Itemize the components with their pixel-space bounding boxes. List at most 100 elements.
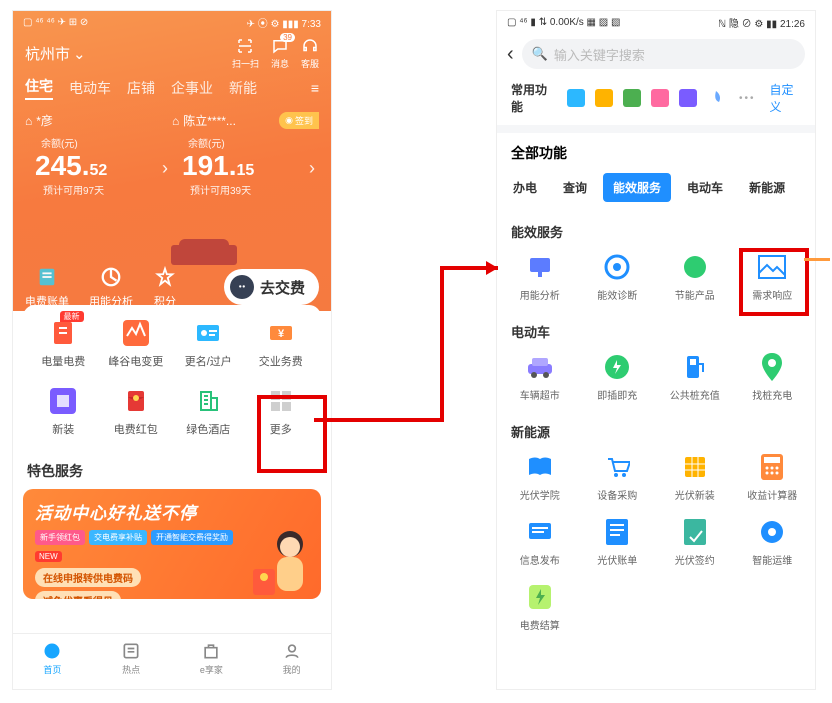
home-header-bg: ▢ ⁴⁶ ⁴⁶ ✈ ⊞ ⊘ ✈ ⦿ ⚙ ▮▮▮ 7:33 杭州市 ⌄ 扫一扫 3…: [13, 11, 331, 311]
grid-business-fee[interactable]: ¥ 交业务费: [245, 319, 318, 369]
tab-home-ev[interactable]: 电动车: [69, 78, 111, 98]
fn-diagnosis[interactable]: 能效诊断: [579, 253, 657, 302]
status-right: ✈ ⦿ ⚙ ▮▮▮ 7:33: [247, 15, 321, 30]
megaphone-icon: [526, 518, 554, 546]
tab-home-enterprise[interactable]: 企事业: [171, 78, 213, 98]
cat-efficiency[interactable]: 能效服务: [603, 173, 671, 202]
fn-usage-analysis[interactable]: 用能分析: [501, 253, 579, 302]
customize-button[interactable]: 自定义: [770, 81, 802, 115]
banner-line1: 在线申报转供电费码: [35, 568, 141, 587]
fav-icon-1[interactable]: [567, 89, 585, 107]
tabs-menu-icon[interactable]: ≡: [311, 80, 319, 96]
fn-pv-sign[interactable]: 光伏签约: [656, 518, 734, 567]
account-cards: ⌂*彦 余额(元) 245.52 预计可用97天 › ◉签到 ⌂陈立****..…: [13, 106, 331, 197]
action-points[interactable]: 积分: [153, 265, 177, 309]
fn-smart-ops[interactable]: 智能运维: [734, 518, 812, 567]
action-bill[interactable]: 电费账单: [25, 265, 69, 309]
fn-info-publish[interactable]: 信息发布: [501, 518, 579, 567]
cat-query[interactable]: 查询: [553, 173, 597, 202]
fav-icon-4[interactable]: [651, 89, 669, 107]
search-input[interactable]: 🔍 输入关键字搜索: [522, 39, 805, 69]
coin-icon: ◉: [285, 115, 293, 126]
wave-icon: [122, 319, 150, 347]
ev-grid: 车辆超市 即插即充 公共桩充值 找桩充电: [497, 347, 815, 412]
message-button[interactable]: 39 消息: [271, 37, 289, 70]
cat-newenergy[interactable]: 新能源: [739, 173, 795, 202]
robot-icon: [230, 275, 254, 299]
money-icon: ¥: [267, 319, 295, 347]
chevron-down-icon: ⌄: [73, 45, 86, 63]
pay-button[interactable]: 去交费: [224, 269, 319, 305]
building-icon: [194, 387, 222, 415]
tab-hot[interactable]: 热点: [121, 641, 141, 676]
calc-icon: [758, 453, 786, 481]
balance-label: 余额(元): [188, 135, 319, 150]
account-card-2[interactable]: ◉签到 ⌂陈立****... 余额(元) 191.15 预计可用39天 ›: [172, 112, 319, 197]
fn-pv-bill[interactable]: 光伏账单: [579, 518, 657, 567]
grid-peak-valley[interactable]: 峰谷电变更: [100, 319, 173, 369]
cat-ev[interactable]: 电动车: [677, 173, 733, 202]
fn-public-recharge[interactable]: 公共桩充值: [656, 353, 734, 402]
section-special: 特色服务: [13, 447, 331, 489]
fn-pv-college[interactable]: 光伏学院: [501, 453, 579, 502]
account-card-1[interactable]: ⌂*彦 余额(元) 245.52 预计可用97天 ›: [25, 112, 172, 197]
bolt-icon: [526, 583, 554, 611]
tab-home-shop[interactable]: 店铺: [127, 78, 155, 98]
tab-mine[interactable]: 我的: [282, 641, 302, 676]
target-icon: [603, 253, 631, 281]
category-tabs: 办电 查询 能效服务 电动车 新能源: [497, 169, 815, 212]
fav-icons: [567, 89, 725, 107]
grid-green-hotel[interactable]: 绿色酒店: [172, 387, 245, 437]
chevron-right-icon: ›: [162, 158, 168, 179]
grid-new-install[interactable]: 新装: [27, 387, 100, 437]
action-usage[interactable]: 用能分析: [89, 265, 133, 309]
grid-electricity-fee[interactable]: 最新 电量电费: [27, 319, 100, 369]
tab-home[interactable]: 首页: [42, 641, 62, 676]
cart-icon: [603, 453, 631, 481]
back-button[interactable]: ‹: [507, 43, 514, 66]
doc-icon: [49, 319, 77, 347]
fn-equipment[interactable]: 设备采购: [579, 453, 657, 502]
efficiency-grid: 用能分析 能效诊断 节能产品 需求响应: [497, 247, 815, 312]
balance-value: 245.52: [35, 150, 172, 182]
cat-apply[interactable]: 办电: [503, 173, 547, 202]
grid-red-packet[interactable]: 电费红包: [100, 387, 173, 437]
home-tabs: 住宅 电动车 店铺 企事业 新能 ≡: [13, 72, 331, 106]
more-icon: [267, 387, 295, 415]
red-packet-icon: [122, 387, 150, 415]
city-picker[interactable]: 杭州市 ⌄: [25, 43, 86, 64]
group-ev: 电动车: [497, 312, 815, 347]
grid-more[interactable]: 更多: [245, 387, 318, 437]
fav-icon-3[interactable]: [623, 89, 641, 107]
service-button[interactable]: 客服: [301, 37, 319, 70]
headset-icon: [301, 37, 319, 55]
fn-fee-settlement[interactable]: 电费结算: [501, 583, 579, 632]
fn-demand-response[interactable]: 需求响应: [734, 253, 812, 302]
activity-banner[interactable]: 活动中心好礼送不停 新手领红包 交电费享补贴 开通智能交费得奖励 NEW 在线申…: [23, 489, 321, 599]
fav-icon-6[interactable]: [707, 89, 725, 107]
tab-home-newenergy[interactable]: 新能: [229, 78, 257, 98]
tab-ehome[interactable]: e享家: [200, 641, 223, 676]
scan-button[interactable]: 扫一扫: [232, 37, 259, 70]
chart-icon: [526, 253, 554, 281]
fn-calculator[interactable]: 收益计算器: [734, 453, 812, 502]
pin-icon: [758, 353, 786, 381]
station-icon: [681, 353, 709, 381]
fn-find-charger[interactable]: 找桩充电: [734, 353, 812, 402]
message-label: 消息: [271, 57, 289, 70]
fn-saving-products[interactable]: 节能产品: [656, 253, 734, 302]
tab-home-residence[interactable]: 住宅: [25, 76, 53, 100]
fav-icon-5[interactable]: [679, 89, 697, 107]
fn-pv-install[interactable]: 光伏新装: [656, 453, 734, 502]
status-left: ▢ ⁴⁶ ▮ ⇅ 0.00K/s ▦ ▨ ▧: [507, 17, 620, 28]
scan-label: 扫一扫: [232, 57, 259, 70]
function-grid: 最新 电量电费 峰谷电变更 更名/过户 ¥ 交业务费 新装 电费红包 绿色酒店: [23, 305, 321, 447]
fn-plug-charge[interactable]: 即插即充: [579, 353, 657, 402]
account-name: ⌂*彦: [25, 112, 172, 129]
fn-car-market[interactable]: 车辆超市: [501, 353, 579, 402]
fav-icon-2[interactable]: [595, 89, 613, 107]
signin-button[interactable]: ◉签到: [279, 112, 319, 129]
fav-row: 常用功能 ••• 自定义: [497, 77, 815, 125]
top-icons: 扫一扫 39 消息 客服: [232, 37, 319, 70]
grid-rename[interactable]: 更名/过户: [172, 319, 245, 369]
